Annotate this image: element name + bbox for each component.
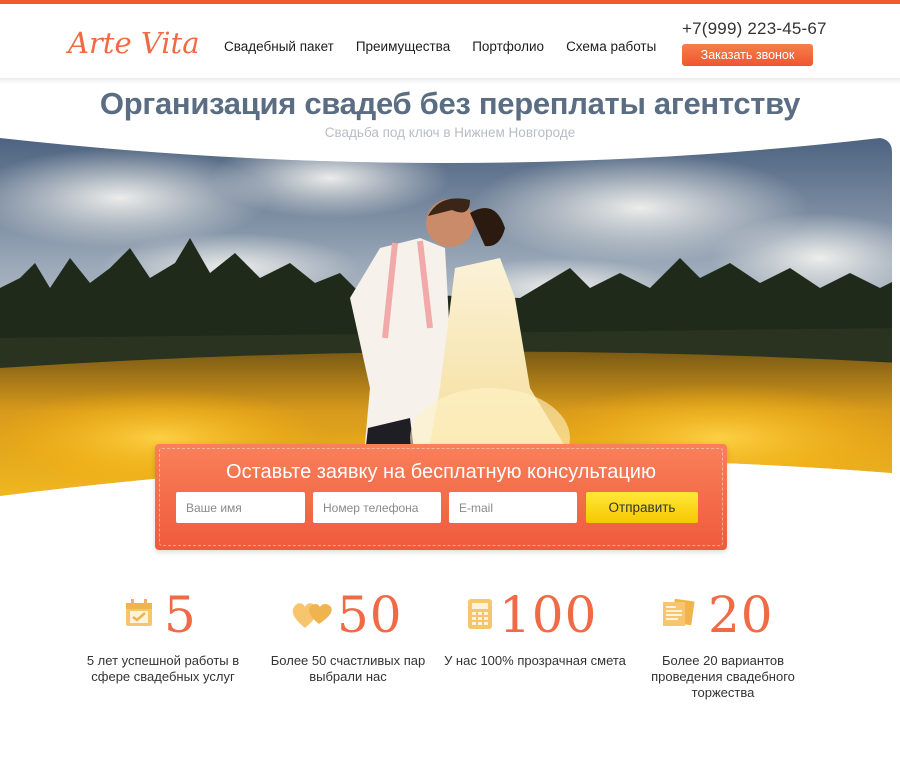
stat-text: У нас 100% прозрачная смета xyxy=(444,653,626,668)
header-shadow xyxy=(0,78,900,84)
logo[interactable]: Arte Vita xyxy=(68,26,200,60)
calculator-icon xyxy=(467,598,493,635)
hearts-icon xyxy=(291,598,335,635)
stat-number: 20 xyxy=(708,586,774,644)
stat-variants: 20 Более 20 вариантов проведения свадебн… xyxy=(628,586,818,700)
stat-text: 5 лет успешной работы в сфере свадебных … xyxy=(86,653,240,684)
stat-text: Более 20 вариантов проведения свадебного… xyxy=(651,653,795,700)
nav-item-advantages[interactable]: Преимущества xyxy=(356,39,450,54)
order-call-button[interactable]: Заказать звонок xyxy=(682,44,813,66)
site-header: Arte Vita Свадебный пакет Преимущества П… xyxy=(0,4,900,80)
main-nav: Свадебный пакет Преимущества Портфолио С… xyxy=(224,39,678,54)
stat-years: 5 5 лет успешной работы в сфере свадебны… xyxy=(68,586,258,684)
calendar-icon xyxy=(124,598,154,633)
submit-button[interactable]: Отправить xyxy=(586,492,698,523)
documents-icon xyxy=(661,598,695,633)
email-input[interactable] xyxy=(449,492,577,523)
stat-number: 100 xyxy=(499,586,598,644)
stat-number: 5 xyxy=(164,586,197,644)
consultation-form: Оставьте заявку на бесплатную консультац… xyxy=(155,444,727,550)
phone-input[interactable] xyxy=(313,492,441,523)
stat-couples: 50 Более 50 счастливых пар выбрали нас xyxy=(253,586,443,684)
nav-item-wedding-package[interactable]: Свадебный пакет xyxy=(224,39,334,54)
header-phone[interactable]: +7(999) 223-45-67 xyxy=(682,19,827,39)
stat-estimate: 100 У нас 100% прозрачная смета xyxy=(440,586,630,668)
nav-item-portfolio[interactable]: Портфолио xyxy=(472,39,544,54)
page-title: Организация свадеб без переплаты агентст… xyxy=(99,86,801,121)
form-title: Оставьте заявку на бесплатную консультац… xyxy=(226,461,656,483)
nav-item-work-scheme[interactable]: Схема работы xyxy=(566,39,656,54)
stat-number: 50 xyxy=(337,586,403,644)
name-input[interactable] xyxy=(176,492,305,523)
stat-text: Более 50 счастливых пар выбрали нас xyxy=(270,653,426,684)
